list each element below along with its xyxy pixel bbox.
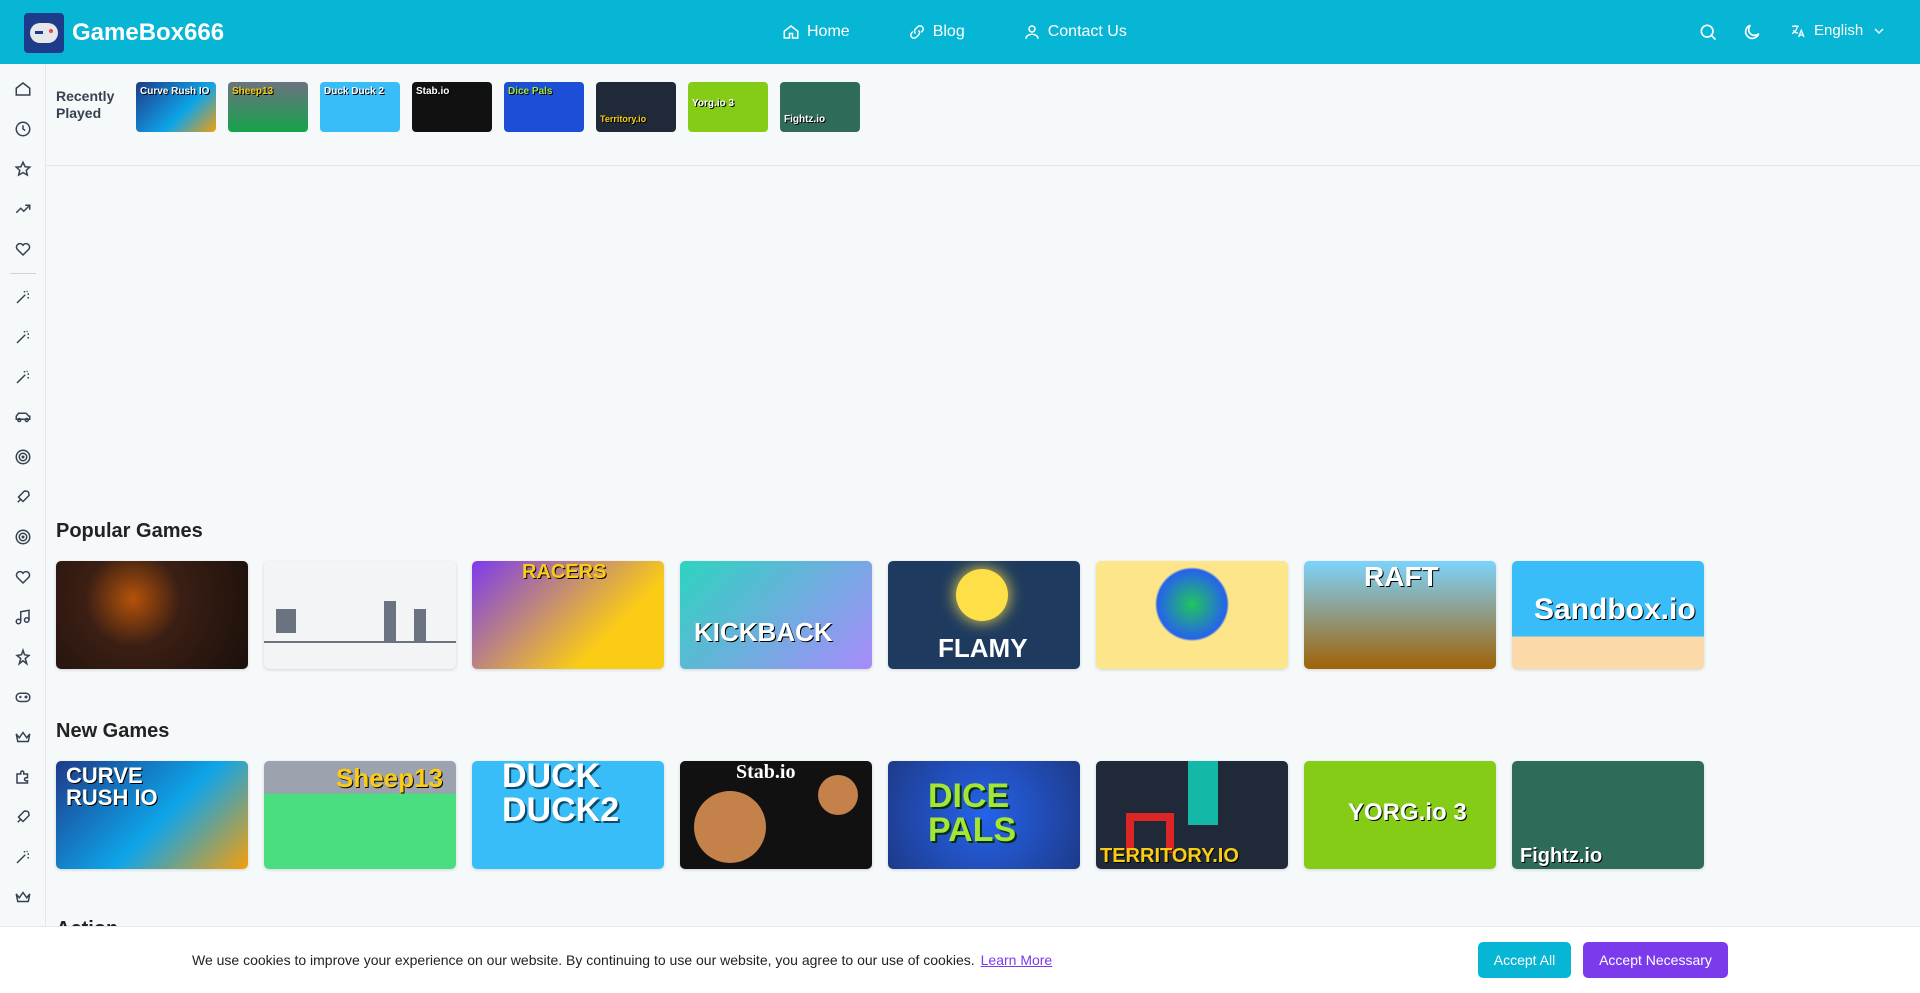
nav-blog-label: Blog bbox=[932, 23, 965, 40]
home-icon bbox=[783, 25, 799, 39]
recent-game-thumb[interactable]: Sheep13 bbox=[228, 82, 308, 132]
language-selector[interactable]: English bbox=[1790, 22, 1887, 39]
recent-game-thumb[interactable]: Territory.io bbox=[596, 82, 676, 132]
game-card-popular[interactable]: FLAMY bbox=[888, 561, 1080, 669]
star-icon[interactable] bbox=[14, 160, 32, 178]
cactus-icon bbox=[384, 601, 396, 641]
accept-all-button[interactable]: Accept All bbox=[1478, 942, 1571, 978]
game-card-popular[interactable]: RACERS bbox=[472, 561, 664, 669]
trending-icon[interactable] bbox=[14, 200, 32, 218]
wand-icon[interactable] bbox=[14, 848, 32, 866]
translate-icon bbox=[1791, 24, 1805, 37]
user-icon bbox=[1024, 25, 1039, 39]
recently-played-label: Recently Played bbox=[56, 88, 115, 121]
recent-game-thumb[interactable]: Curve Rush IO bbox=[136, 82, 216, 132]
logo[interactable] bbox=[24, 13, 64, 53]
face-icon bbox=[818, 775, 858, 815]
chevron-down-icon bbox=[1874, 28, 1884, 34]
game-card-popular[interactable] bbox=[56, 561, 248, 669]
wand-icon[interactable] bbox=[14, 328, 32, 346]
cookie-text: We use cookies to improve your experienc… bbox=[192, 952, 975, 968]
puzzle-icon[interactable] bbox=[14, 648, 32, 666]
clock-icon[interactable] bbox=[14, 120, 32, 138]
game-card-new[interactable]: TERRITORY.IO bbox=[1096, 761, 1288, 869]
rocket-icon[interactable] bbox=[14, 488, 32, 506]
new-games-title: New Games bbox=[56, 720, 170, 742]
territory-block bbox=[1188, 761, 1218, 825]
ground-line bbox=[264, 641, 456, 643]
game-card-new[interactable]: CURVE RUSH IO bbox=[56, 761, 248, 869]
game-card-new[interactable]: Stab.io bbox=[680, 761, 872, 869]
cookie-message: We use cookies to improve your experienc… bbox=[192, 952, 1052, 968]
brand-name[interactable]: GameBox666 bbox=[72, 19, 224, 47]
heart-icon[interactable] bbox=[14, 240, 32, 258]
game-card-new[interactable]: Sheep13 bbox=[264, 761, 456, 869]
top-header: GameBox666 Home Blog Contact Us English bbox=[0, 0, 1920, 64]
language-label: English bbox=[1814, 22, 1864, 39]
recent-game-thumb[interactable]: Fightz.io bbox=[780, 82, 860, 132]
game-card-popular[interactable] bbox=[1096, 561, 1288, 669]
game-card-popular[interactable] bbox=[264, 561, 456, 669]
accept-necessary-button[interactable]: Accept Necessary bbox=[1583, 942, 1728, 978]
recent-game-thumb[interactable]: Stab.io bbox=[412, 82, 492, 132]
crown-icon[interactable] bbox=[14, 888, 32, 906]
sidebar-divider bbox=[10, 273, 36, 274]
game-card-new[interactable]: DUCK DUCK2 bbox=[472, 761, 664, 869]
target-icon[interactable] bbox=[14, 528, 32, 546]
wand-icon[interactable] bbox=[14, 368, 32, 386]
cactus-icon bbox=[414, 609, 426, 641]
nav-home[interactable]: Home bbox=[782, 23, 850, 41]
moon-icon[interactable] bbox=[1742, 22, 1762, 42]
link-icon bbox=[909, 25, 924, 39]
dino-icon bbox=[276, 609, 296, 633]
nav-contact[interactable]: Contact Us bbox=[1023, 23, 1127, 41]
game-card-popular[interactable]: RAFT bbox=[1304, 561, 1496, 669]
recently-played-bar: Recently Played Curve Rush IO Sheep13 Du… bbox=[46, 64, 1920, 166]
popular-games-title: Popular Games bbox=[56, 520, 203, 542]
target-icon[interactable] bbox=[14, 448, 32, 466]
crown-icon[interactable] bbox=[14, 728, 32, 746]
nav-blog[interactable]: Blog bbox=[908, 23, 965, 41]
face-icon bbox=[694, 791, 766, 863]
wand-icon[interactable] bbox=[14, 288, 32, 306]
music-icon[interactable] bbox=[14, 608, 32, 626]
nav-contact-label: Contact Us bbox=[1047, 23, 1127, 40]
nav-home-label: Home bbox=[807, 23, 850, 40]
rocket-icon[interactable] bbox=[14, 808, 32, 826]
main-nav: Home Blog Contact Us bbox=[782, 0, 1185, 64]
gamepad-logo-icon bbox=[30, 23, 58, 43]
learn-more-link[interactable]: Learn More bbox=[981, 952, 1053, 968]
cookie-banner: We use cookies to improve your experienc… bbox=[0, 926, 1920, 993]
heart-icon[interactable] bbox=[14, 568, 32, 586]
game-card-popular[interactable]: KICKBACK bbox=[680, 561, 872, 669]
search-icon[interactable] bbox=[1698, 22, 1718, 42]
sidebar bbox=[0, 64, 46, 993]
puzzle-icon[interactable] bbox=[14, 768, 32, 786]
game-card-popular[interactable]: Sandbox.io bbox=[1512, 561, 1704, 669]
recent-game-thumb[interactable]: Dice Pals bbox=[504, 82, 584, 132]
game-card-new[interactable]: Fightz.io bbox=[1512, 761, 1704, 869]
recent-game-thumb[interactable]: Duck Duck 2 bbox=[320, 82, 400, 132]
car-icon[interactable] bbox=[14, 408, 32, 426]
game-card-new[interactable]: DICE PALS bbox=[888, 761, 1080, 869]
recent-game-thumb[interactable]: Yorg.io 3 bbox=[688, 82, 768, 132]
home-icon[interactable] bbox=[14, 80, 32, 98]
game-card-new[interactable]: YORG.io 3 bbox=[1304, 761, 1496, 869]
sun-icon bbox=[956, 569, 1008, 621]
gamepad-icon[interactable] bbox=[14, 688, 32, 706]
